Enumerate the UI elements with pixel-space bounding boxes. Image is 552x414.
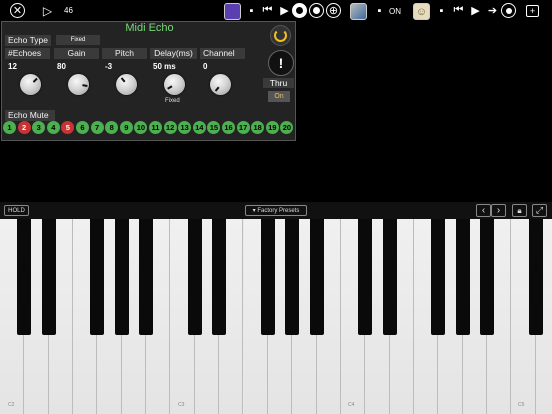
target-icon[interactable]: ⊕: [326, 3, 341, 18]
echo-mute-button[interactable]: 4: [46, 121, 60, 134]
delay-label: Delay(ms): [150, 48, 197, 59]
black-key[interactable]: [382, 219, 397, 335]
black-key[interactable]: [285, 219, 300, 335]
close-icon[interactable]: ✕: [10, 3, 25, 18]
pitch-label: Pitch: [102, 48, 147, 59]
echo-mute-button[interactable]: 1: [3, 121, 16, 134]
lock-icon[interactable]: 🔒︎: [512, 204, 527, 217]
play-triangle-icon-2[interactable]: ▶: [468, 3, 483, 18]
black-key[interactable]: [455, 219, 470, 335]
expand-icon[interactable]: ⤢: [532, 204, 547, 217]
power-icon: [274, 29, 287, 42]
echo-mute-button[interactable]: 11: [149, 121, 162, 134]
delay-value: 50 ms: [153, 62, 176, 71]
play-icon[interactable]: ▷: [40, 3, 55, 18]
echo-mute-label: Echo Mute: [5, 110, 55, 121]
black-key[interactable]: [17, 219, 32, 335]
black-key[interactable]: [358, 219, 373, 335]
camera-icon[interactable]: ▪: [244, 3, 259, 18]
piano-keyboard: [0, 219, 552, 414]
skip-back-icon-2[interactable]: ⏮: [451, 3, 466, 18]
stop-icon[interactable]: [292, 3, 307, 18]
gain-label: Gain: [54, 48, 99, 59]
skip-back-icon[interactable]: ⏮: [260, 3, 275, 18]
chevron-left-icon[interactable]: ‹: [476, 204, 491, 217]
channel-knob[interactable]: [210, 74, 231, 95]
record-icon[interactable]: [309, 3, 324, 18]
app-icon[interactable]: [224, 3, 241, 20]
forward-icon[interactable]: ➔: [485, 3, 500, 18]
echo-type-label: Echo Type: [5, 35, 51, 46]
black-key[interactable]: [212, 219, 227, 335]
power-button[interactable]: [270, 25, 291, 46]
echo-mute-button[interactable]: 6: [76, 121, 89, 134]
delay-knob[interactable]: [164, 74, 185, 95]
channel-label: Channel: [200, 48, 245, 59]
top-toolbar: ✕ ▷ 46 ▪ ⏮ ▶ ⊕ ▪ ON ☺ ▪ ⏮ ▶ ➔ +: [0, 0, 552, 22]
delay-mode-text: Fixed: [165, 98, 180, 104]
echoes-label: #Echoes: [5, 48, 50, 59]
black-key[interactable]: [260, 219, 275, 335]
octave-label: C5: [518, 402, 525, 408]
echoes-value: 12: [8, 62, 17, 71]
pitch-knob[interactable]: [116, 74, 137, 95]
thru-toggle[interactable]: On: [268, 91, 290, 102]
octave-label: C3: [178, 402, 185, 408]
echo-type-select[interactable]: Fixed: [56, 35, 100, 45]
hold-button[interactable]: HOLD: [4, 205, 29, 216]
octave-label: C2: [8, 402, 15, 408]
chevron-right-icon[interactable]: ›: [491, 204, 506, 217]
plugin-title: Midi Echo: [125, 22, 174, 34]
echo-mute-button[interactable]: 17: [236, 121, 250, 134]
info-button[interactable]: !: [268, 50, 294, 76]
play-triangle-icon[interactable]: ▶: [277, 3, 292, 18]
gain-value: 80: [57, 62, 66, 71]
black-key[interactable]: [114, 219, 129, 335]
app-icon-3[interactable]: ☺: [413, 3, 430, 20]
black-key[interactable]: [90, 219, 105, 335]
keyboard-toolbar: HOLD ▾ Factory Presets ‹ › 🔒︎ ⤢: [0, 202, 552, 219]
octave-label: C4: [348, 402, 355, 408]
echo-mute-button[interactable]: 14: [192, 121, 206, 134]
echoes-knob[interactable]: [20, 74, 41, 95]
pitch-value: -3: [105, 62, 113, 71]
black-key[interactable]: [431, 219, 446, 335]
black-key[interactable]: [139, 219, 154, 335]
factory-presets-dropdown[interactable]: ▾ Factory Presets: [245, 205, 307, 216]
black-key[interactable]: [480, 219, 494, 335]
black-key[interactable]: [528, 219, 543, 335]
add-window-icon[interactable]: +: [526, 5, 539, 17]
echo-mute-button[interactable]: 9: [119, 121, 133, 134]
echo-mute-button[interactable]: 7: [90, 121, 104, 134]
echo-mute-button[interactable]: 19: [265, 121, 279, 134]
camera-icon-2[interactable]: ▪: [372, 3, 387, 18]
black-key[interactable]: [309, 219, 324, 335]
thru-label: Thru: [263, 78, 294, 88]
record-icon-2[interactable]: [501, 3, 516, 18]
transport-position: 46: [64, 6, 73, 15]
echo-mute-button[interactable]: 16: [222, 121, 235, 134]
channel-value: 0: [203, 62, 208, 71]
black-key[interactable]: [187, 219, 202, 335]
echo-mute-button[interactable]: 12: [163, 121, 177, 134]
black-key[interactable]: [41, 219, 56, 335]
echo-mute-button[interactable]: 2: [17, 121, 31, 134]
status-text: ON: [389, 7, 401, 16]
gain-knob[interactable]: [68, 74, 89, 95]
app-icon-2[interactable]: [350, 3, 367, 20]
camera-icon-3[interactable]: ▪: [434, 3, 449, 18]
